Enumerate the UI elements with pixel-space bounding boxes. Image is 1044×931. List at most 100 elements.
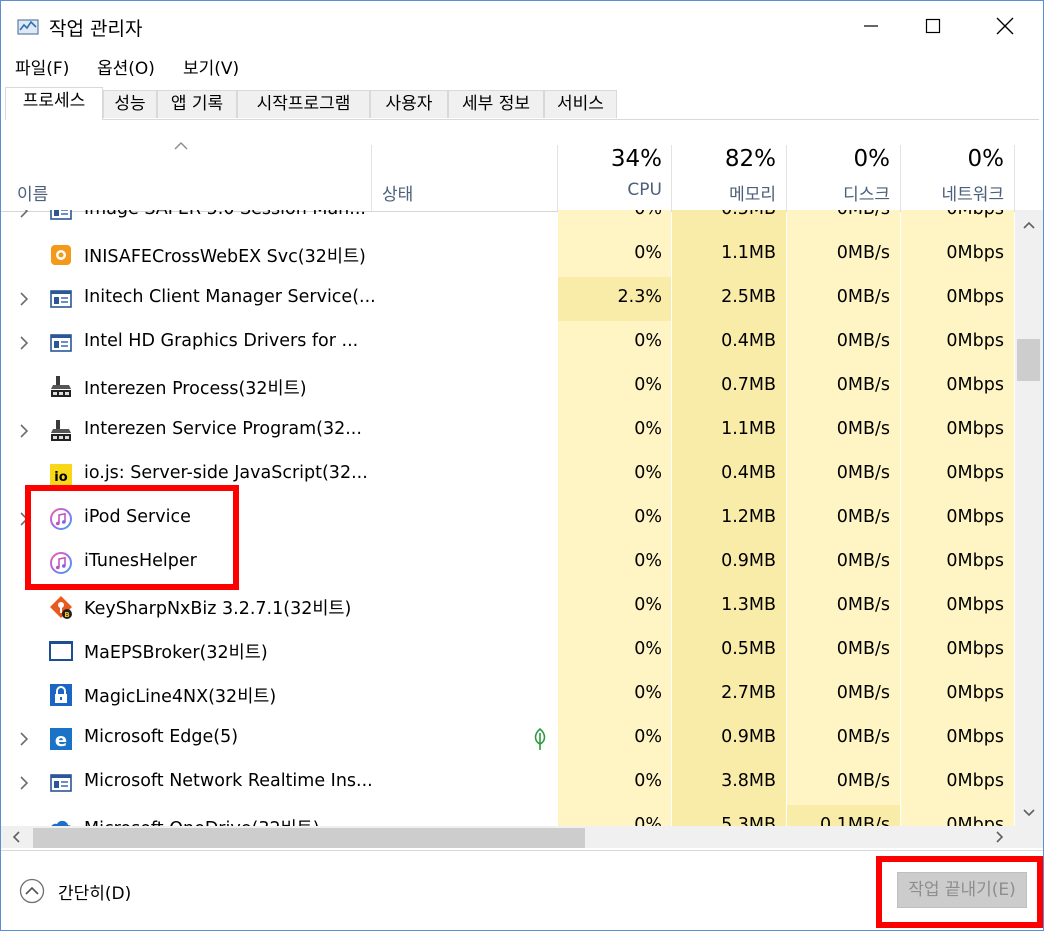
menu-bar: 파일(F) 옵션(O) 보기(V) bbox=[1, 51, 1043, 81]
menu-options[interactable]: 옵션(O) bbox=[97, 54, 155, 79]
process-name: MaEPSBroker(32비트) bbox=[84, 643, 268, 663]
vertical-scroll-thumb[interactable] bbox=[1017, 339, 1040, 381]
process-row[interactable]: INISAFECrossWebEX Svc(32비트) 0% 1.1MB 0MB/s 0… bbox=[1, 233, 1015, 277]
disk-total-percent: 0% bbox=[853, 146, 891, 172]
menu-view[interactable]: 보기(V) bbox=[183, 54, 239, 79]
memory-value: 0.7MB bbox=[721, 375, 776, 395]
process-row[interactable]: B KeySharpNxBiz 3.2.7.1(32비트) 0% 1.3MB 0MB/s… bbox=[1, 585, 1015, 629]
column-divider bbox=[557, 145, 558, 211]
column-status-header[interactable]: 상태 bbox=[382, 180, 413, 205]
column-divider bbox=[1014, 145, 1015, 211]
tab-details[interactable]: 세부 정보 bbox=[448, 90, 544, 118]
svg-text:B: B bbox=[64, 611, 69, 619]
tab-startup[interactable]: 시작프로그램 bbox=[237, 90, 370, 118]
process-row[interactable]: Intel HD Graphics Drivers for ... 0% 0.4MB… bbox=[1, 321, 1015, 365]
memory-column-label: 메모리 bbox=[729, 185, 776, 205]
disk-value: 0MB/s bbox=[836, 243, 890, 263]
network-value: 0Mbps bbox=[946, 243, 1004, 263]
memory-value: 2.5MB bbox=[721, 287, 776, 307]
process-name: INISAFECrossWebEX Svc(32비트) bbox=[84, 247, 366, 267]
maximize-button[interactable] bbox=[899, 1, 967, 51]
process-row[interactable]: Image SAFER 5.0 Session Man... 0% 0.5MB 0MB… bbox=[1, 210, 1015, 233]
close-icon bbox=[996, 17, 1014, 35]
tab-processes[interactable]: 프로세스 bbox=[5, 87, 103, 120]
tab-performance[interactable]: 성능 bbox=[103, 90, 157, 118]
window-app-icon bbox=[49, 771, 73, 795]
expand-chevron-icon[interactable] bbox=[17, 334, 31, 352]
tab-services[interactable]: 서비스 bbox=[544, 90, 617, 118]
process-name: Intel HD Graphics Drivers for ... bbox=[84, 331, 359, 351]
expand-chevron-icon[interactable] bbox=[17, 422, 31, 440]
memory-value: 0.4MB bbox=[721, 463, 776, 483]
column-divider bbox=[371, 145, 372, 211]
process-row[interactable]: Interezen Process(32비트) 0% 0.7MB 0MB/s 0Mbps bbox=[1, 365, 1015, 409]
minimize-icon bbox=[864, 25, 878, 27]
memory-value: 2.7MB bbox=[721, 683, 776, 703]
memory-value: 1.2MB bbox=[721, 507, 776, 527]
task-manager-icon bbox=[17, 19, 39, 35]
process-name: MagicLine4NX(32비트) bbox=[84, 687, 277, 707]
process-name: Microsoft Network Realtime Ins... bbox=[84, 771, 373, 791]
column-divider bbox=[671, 145, 672, 211]
disk-value: 0.1MB/s bbox=[820, 815, 890, 826]
cpu-value: 0% bbox=[634, 419, 662, 439]
cpu-column-label: CPU bbox=[627, 180, 662, 200]
minimize-button[interactable] bbox=[837, 1, 905, 51]
keysharp-icon: B bbox=[49, 595, 73, 619]
column-header-row: 이름 상태 34% CPU 82% 메모리 0% 디스크 0% 네트워크 bbox=[1, 121, 1043, 212]
disk-value: 0MB/s bbox=[836, 507, 890, 527]
cpu-value: 0% bbox=[634, 243, 662, 263]
menu-file[interactable]: 파일(F) bbox=[15, 54, 69, 79]
scroll-up-icon[interactable] bbox=[1023, 220, 1035, 232]
network-value: 0Mbps bbox=[903, 210, 1004, 219]
cpu-value: 0% bbox=[634, 639, 662, 659]
process-row[interactable]: MaEPSBroker(32비트) 0% 0.5MB 0MB/s 0Mbps bbox=[1, 629, 1015, 673]
memory-value: 3.8MB bbox=[721, 771, 776, 791]
collapse-chevron-icon[interactable] bbox=[19, 878, 45, 904]
cpu-value: 0% bbox=[634, 683, 662, 703]
close-button[interactable] bbox=[971, 1, 1039, 51]
process-name: Microsoft Edge(5) bbox=[84, 727, 239, 747]
memory-value: 0.4MB bbox=[721, 331, 776, 351]
scroll-right-icon[interactable] bbox=[993, 831, 1005, 843]
cpu-value: 0% bbox=[634, 727, 662, 747]
process-row[interactable]: Microsoft Network Realtime Ins... 0% 3.8MB… bbox=[1, 761, 1015, 805]
network-value: 0Mbps bbox=[946, 331, 1004, 351]
network-value: 0Mbps bbox=[946, 595, 1004, 615]
scroll-down-icon[interactable] bbox=[1023, 806, 1035, 818]
process-row[interactable]: Initech Client Manager Service(... 2.3% 2.… bbox=[1, 277, 1015, 321]
process-row[interactable]: Microsoft OneDrive(32비트) 0% 5.3MB 0.1MB/s 0M… bbox=[1, 805, 1015, 826]
network-value: 0Mbps bbox=[946, 551, 1004, 571]
disk-value: 0MB/s bbox=[836, 419, 890, 439]
expand-chevron-icon[interactable] bbox=[17, 774, 31, 792]
highlight-box-end-task bbox=[876, 856, 1043, 928]
vertical-scrollbar[interactable] bbox=[1015, 210, 1043, 826]
cpu-value: 0% bbox=[634, 551, 662, 571]
process-row[interactable]: MagicLine4NX(32비트) 0% 2.7MB 0MB/s 0Mbps bbox=[1, 673, 1015, 717]
horizontal-scroll-thumb[interactable] bbox=[33, 828, 585, 848]
scroll-left-icon[interactable] bbox=[11, 831, 23, 843]
network-value: 0Mbps bbox=[946, 683, 1004, 703]
disk-value: 0MB/s bbox=[836, 771, 890, 791]
process-row[interactable]: Interezen Service Program(32... 0% 1.1MB 0M… bbox=[1, 409, 1015, 453]
disk-value: 0MB/s bbox=[836, 551, 890, 571]
disk-value: 0MB/s bbox=[836, 727, 890, 747]
expand-chevron-icon[interactable] bbox=[17, 290, 31, 308]
svg-text:e: e bbox=[55, 730, 67, 751]
process-row[interactable]: e Microsoft Edge(5) 0% 0.9MB 0MB/s 0Mbps bbox=[1, 717, 1015, 761]
edge-icon: e bbox=[49, 727, 73, 751]
process-name: Initech Client Manager Service(... bbox=[84, 287, 376, 307]
expand-chevron-icon[interactable] bbox=[17, 210, 31, 220]
sort-ascending-icon bbox=[174, 142, 188, 150]
disk-value: 0MB/s bbox=[836, 331, 890, 351]
column-name-header[interactable]: 이름 bbox=[17, 180, 48, 205]
expand-chevron-icon[interactable] bbox=[17, 730, 31, 748]
tab-app-history[interactable]: 앱 기록 bbox=[157, 90, 237, 118]
window-app-icon bbox=[49, 331, 73, 355]
fewer-details-link[interactable]: 간단히(D) bbox=[58, 879, 131, 904]
scrollbar-corner bbox=[1015, 826, 1043, 848]
memory-value: 0.9MB bbox=[721, 727, 776, 747]
disk-column-label: 디스크 bbox=[843, 185, 890, 205]
title-bar[interactable]: 작업 관리자 bbox=[1, 1, 1043, 51]
tab-users[interactable]: 사용자 bbox=[370, 90, 448, 118]
